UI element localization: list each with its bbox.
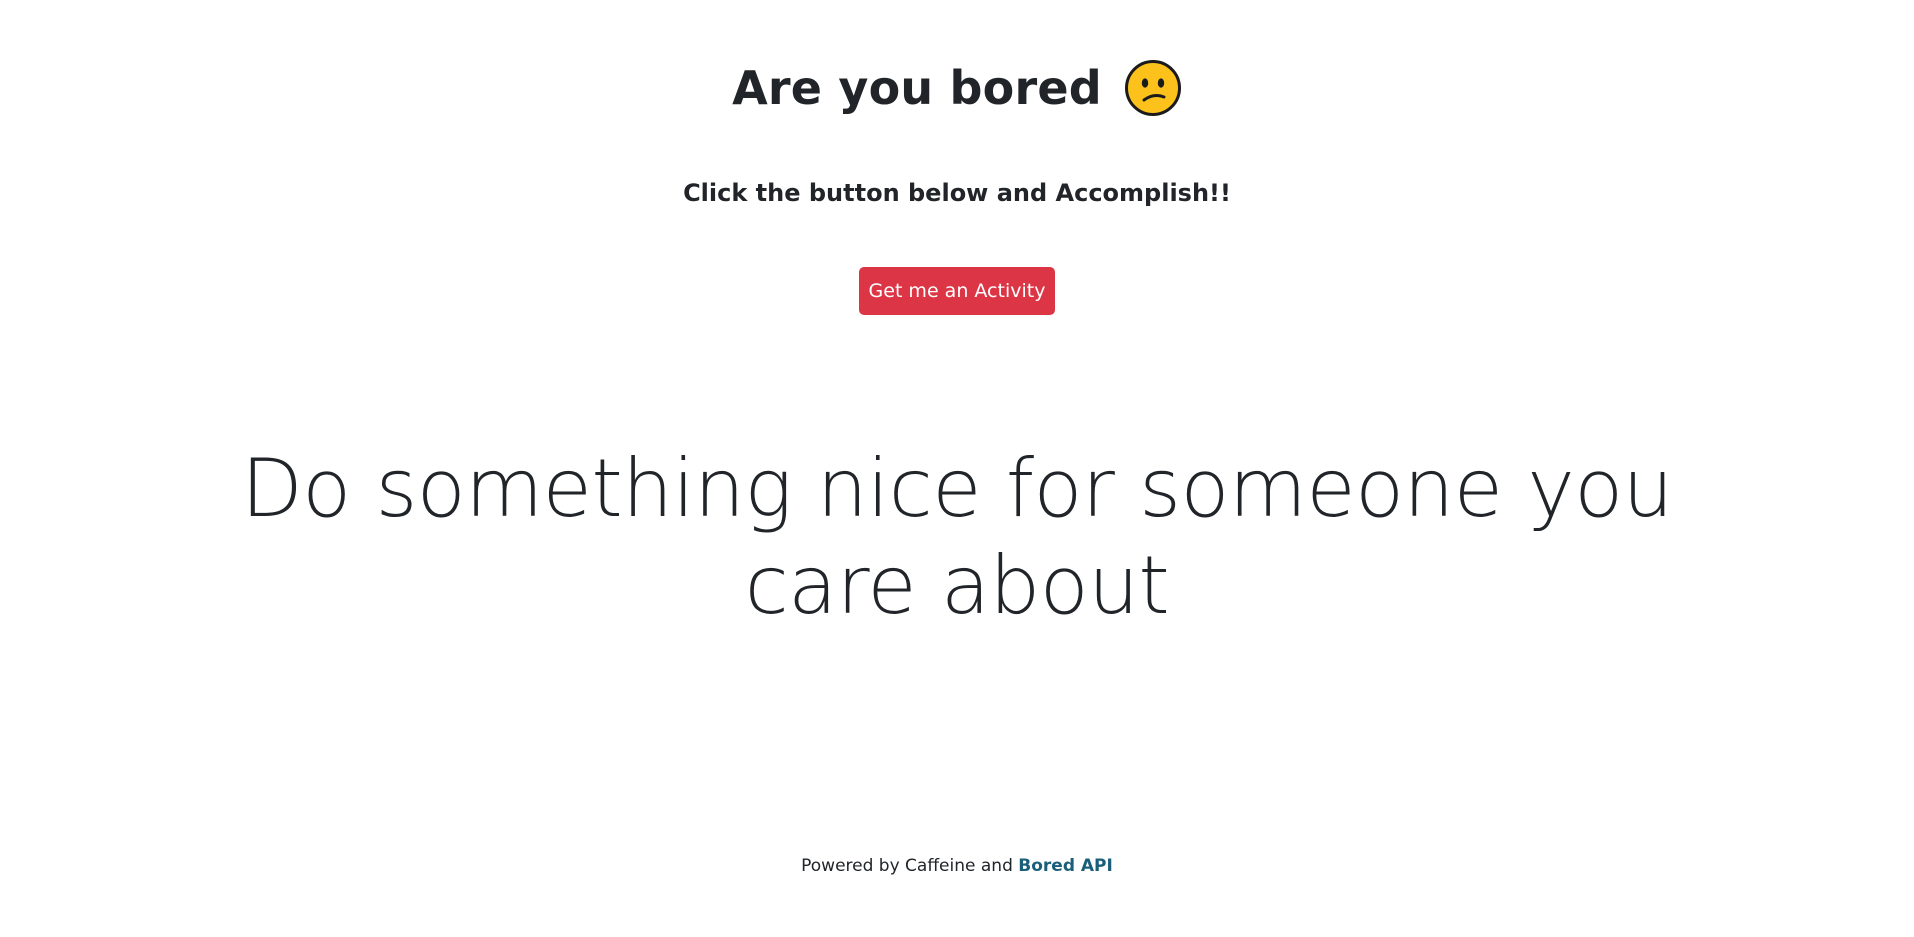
bored-api-link[interactable]: Bored API: [1018, 856, 1113, 876]
button-wrapper: Get me an Activity: [0, 267, 1914, 315]
confused-face-icon: [1124, 59, 1182, 117]
title-row: Are you bored: [0, 52, 1914, 124]
page: Are you bored Click the button below and…: [0, 0, 1914, 937]
get-activity-button[interactable]: Get me an Activity: [859, 267, 1055, 315]
activity-text: Do something nice for someone you care a…: [241, 442, 1673, 632]
page-title: Are you bored: [732, 61, 1102, 115]
footer: Powered by Caffeine and Bored API: [0, 853, 1914, 879]
subtitle: Click the button below and Accomplish!!: [683, 179, 1231, 207]
footer-text: Powered by Caffeine and: [801, 856, 1019, 876]
